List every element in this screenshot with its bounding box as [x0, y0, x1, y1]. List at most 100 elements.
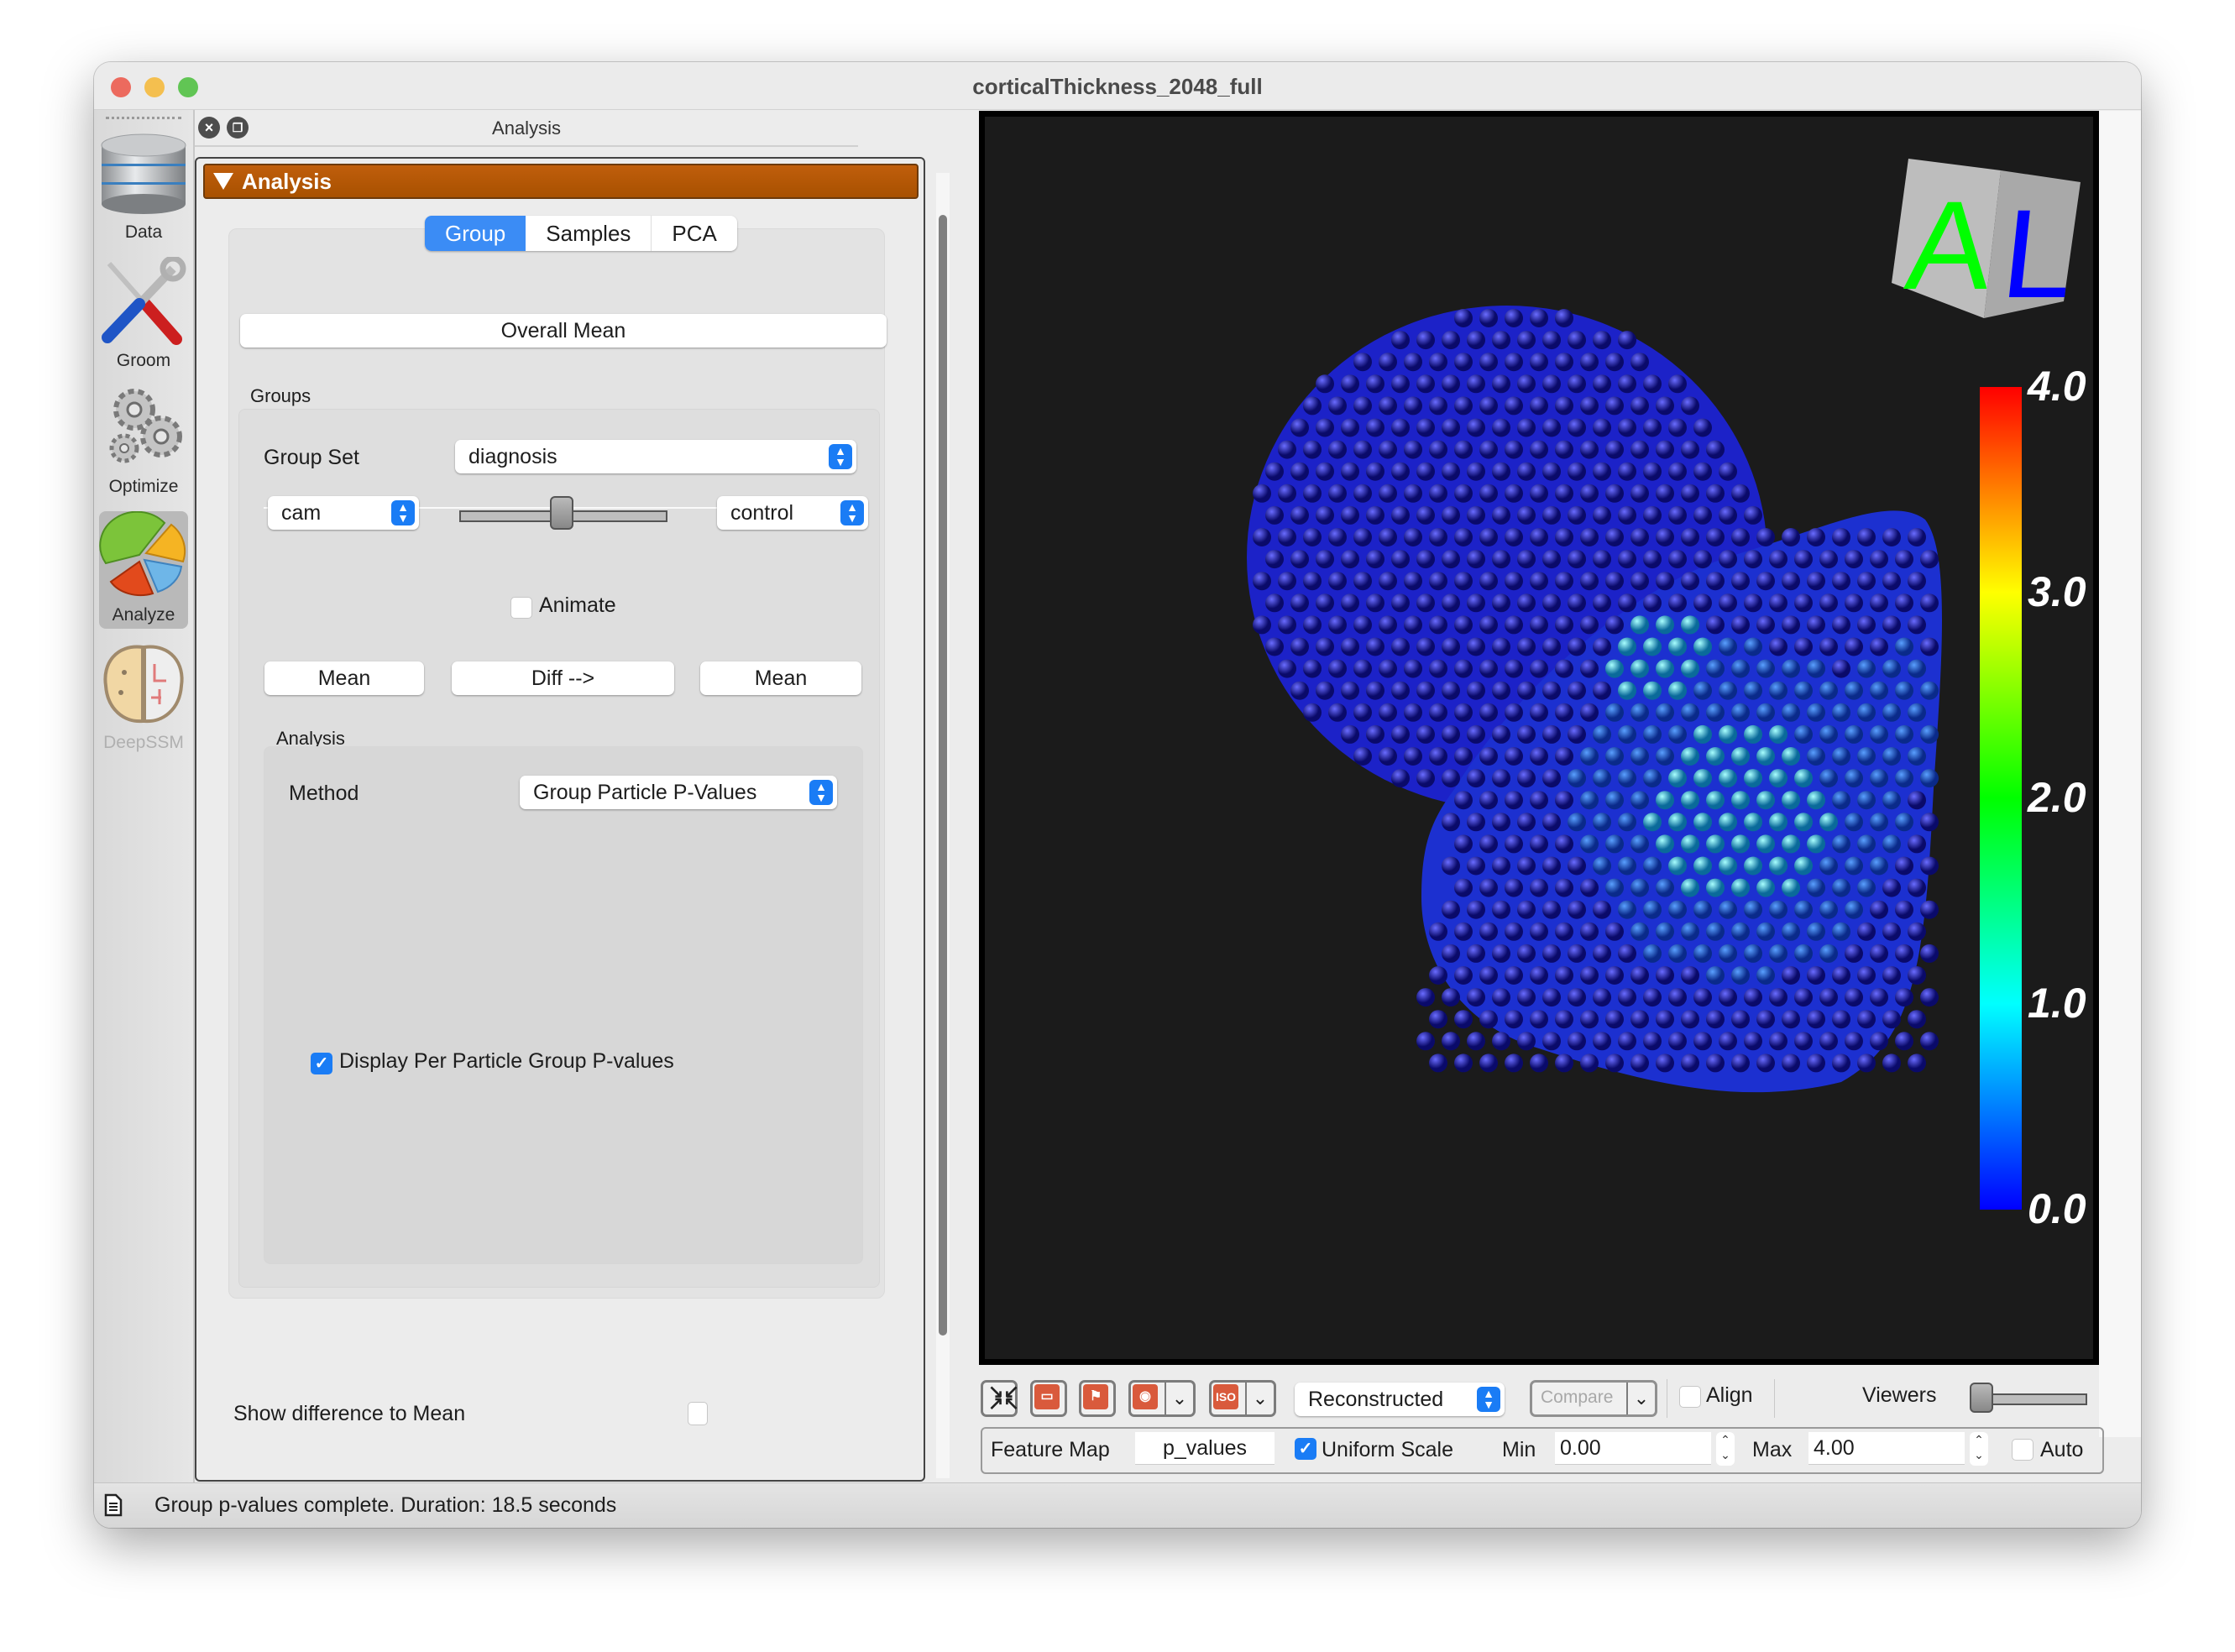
right-group-combo[interactable]: control ▲ ▼ — [717, 496, 868, 530]
colorbar-tick-label: 0.0 — [2028, 1185, 2086, 1232]
group-slider-knob[interactable] — [550, 496, 573, 530]
max-label: Max — [1752, 1438, 1793, 1461]
sidebar-item-groom[interactable]: Groom — [99, 255, 188, 374]
tools-icon — [102, 255, 186, 345]
view-cycle-button[interactable]: ▭ — [1030, 1380, 1067, 1417]
flag-icon: ⚑ — [1083, 1384, 1108, 1409]
max-field[interactable]: 4.00 — [1808, 1432, 1965, 1465]
method-combo[interactable]: Group Particle P-Values ▲ ▼ — [520, 776, 837, 809]
group-set-label: Group Set — [264, 446, 359, 469]
monitor-icon: ▭ — [1034, 1384, 1060, 1409]
3d-viewer[interactable]: A L 4.0 3.0 2.0 1.0 0.0 — [979, 111, 2099, 1365]
diff-button[interactable]: Diff --> — [452, 661, 674, 695]
collapse-triangle-icon — [213, 173, 233, 190]
right-group-value: control — [730, 501, 794, 525]
colorbar-tick-label: 1.0 — [2028, 980, 2086, 1027]
overall-mean-button[interactable]: Overall Mean — [240, 314, 887, 348]
group-set-combo[interactable]: diagnosis ▲ ▼ — [455, 440, 856, 473]
sidebar-item-label: Optimize — [108, 477, 179, 496]
compare-label: Compare — [1541, 1388, 1614, 1407]
viewers-slider-knob[interactable] — [1970, 1383, 1993, 1413]
tab-group[interactable]: Group — [425, 216, 526, 251]
landmarks-button[interactable]: ⚑ — [1079, 1380, 1116, 1417]
tab-pca[interactable]: PCA — [652, 216, 736, 251]
colorbar — [1980, 387, 2022, 1210]
title-bar: corticalThickness_2048_full — [94, 62, 2141, 110]
log-document-icon[interactable] — [104, 1493, 123, 1517]
sidebar-item-label: Data — [124, 222, 163, 242]
gears-icon — [109, 389, 182, 463]
cube-face-l: L — [1996, 183, 2081, 324]
orientation-cube[interactable]: A L — [1892, 159, 2093, 343]
align-checkbox[interactable] — [1679, 1386, 1701, 1408]
chevron-updown-icon: ▲ ▼ — [391, 500, 415, 525]
autoview-button[interactable]: ↘↙ ↗↖ — [981, 1380, 1019, 1417]
sidebar-item-analyze[interactable]: Analyze — [99, 510, 188, 629]
brain-icon — [103, 645, 184, 724]
cube-face-a: A — [1900, 175, 1999, 316]
show-difference-label: Show difference to Mean — [233, 1402, 466, 1425]
compare-combo[interactable]: Compare ⌄ — [1530, 1380, 1657, 1417]
iso-icon: ISO — [1213, 1384, 1238, 1409]
sidebar-item-data[interactable]: Data — [99, 128, 188, 246]
colorbar-tick-label: 3.0 — [2028, 568, 2086, 615]
auto-label: Auto — [2040, 1438, 2084, 1461]
left-mean-button[interactable]: Mean — [264, 661, 424, 695]
left-group-value: cam — [281, 501, 322, 525]
tab-samples[interactable]: Samples — [526, 216, 652, 251]
analysis-box — [264, 746, 863, 1264]
display-mode-value: Reconstructed — [1308, 1388, 1444, 1411]
section-header[interactable]: Analysis — [203, 164, 919, 199]
min-field[interactable]: 0.00 — [1555, 1432, 1711, 1465]
right-mean-button[interactable]: Mean — [700, 661, 861, 695]
viewers-label: Viewers — [1862, 1383, 1937, 1407]
sidebar-item-label: Groom — [116, 351, 171, 370]
eye-icon: ◉ — [1133, 1384, 1158, 1409]
status-bar: Group p-values complete. Duration: 18.5 … — [94, 1482, 2141, 1528]
max-spinner[interactable]: ⌃ ⌄ — [1970, 1432, 1988, 1466]
module-sidebar: Data Groom Optimize Analyze DeepSSM — [94, 110, 195, 1482]
sidebar-item-optimize[interactable]: Optimize — [99, 383, 188, 500]
sidebar-item-deepssm[interactable]: DeepSSM — [99, 639, 188, 756]
chevron-down-icon[interactable]: ⌄ — [1245, 1383, 1274, 1414]
feature-map-field[interactable]: p_values — [1135, 1432, 1275, 1465]
dock-title-bar: × ❐ Analysis — [195, 110, 858, 147]
sidebar-item-label: Analyze — [112, 605, 175, 625]
particles — [1253, 309, 1939, 1073]
dock-scrollbar[interactable] — [936, 173, 950, 1478]
display-pvalues-checkbox[interactable]: ✓ — [311, 1053, 332, 1074]
left-group-combo[interactable]: cam ▲ ▼ — [268, 496, 419, 530]
auto-checkbox[interactable] — [2012, 1439, 2033, 1461]
animate-checkbox[interactable] — [510, 597, 532, 619]
collapse-arrows-icon: ↘↙ ↗↖ — [988, 1381, 1019, 1414]
database-icon — [101, 133, 186, 214]
colorbar-tick-label: 4.0 — [2028, 363, 2086, 410]
uniform-scale-checkbox[interactable]: ✓ — [1295, 1438, 1316, 1460]
display-mode-combo[interactable]: Reconstructed ▲ ▼ — [1295, 1383, 1505, 1416]
status-message: Group p-values complete. Duration: 18.5 … — [154, 1493, 617, 1517]
sidebar-item-label: DeepSSM — [103, 733, 184, 752]
isosurface-button[interactable]: ISO ⌄ — [1209, 1380, 1276, 1417]
chevron-down-icon[interactable]: ⌄ — [1165, 1383, 1193, 1414]
analysis-tabs: Group Samples PCA — [425, 216, 737, 251]
window-title: corticalThickness_2048_full — [972, 74, 1263, 99]
chevron-updown-icon: ▲ ▼ — [840, 500, 864, 525]
feature-map-label: Feature Map — [991, 1438, 1110, 1461]
scrollbar-thumb[interactable] — [939, 215, 947, 1336]
show-difference-checkbox[interactable] — [688, 1402, 708, 1425]
display-pvalues-label: Display Per Particle Group P-values — [339, 1049, 674, 1073]
sidebar-grip[interactable] — [106, 117, 181, 123]
min-spinner[interactable]: ⌃ ⌄ — [1716, 1432, 1735, 1466]
viewer-right-margin — [2099, 111, 2141, 1437]
method-value: Group Particle P-Values — [533, 781, 757, 804]
glyph-visibility-button[interactable]: ◉ ⌄ — [1128, 1380, 1196, 1417]
toolbar-separator — [1774, 1379, 1775, 1418]
render-area[interactable]: A L 4.0 3.0 2.0 1.0 0.0 — [985, 117, 2093, 1359]
groups-title: Groups — [250, 385, 311, 406]
chevron-updown-icon: ▲ ▼ — [1477, 1387, 1500, 1412]
min-label: Min — [1502, 1438, 1536, 1461]
chevron-down-icon[interactable]: ⌄ — [1626, 1383, 1655, 1414]
section-header-label: Analysis — [242, 169, 332, 194]
method-label: Method — [289, 782, 359, 805]
animate-label: Animate — [539, 593, 616, 617]
